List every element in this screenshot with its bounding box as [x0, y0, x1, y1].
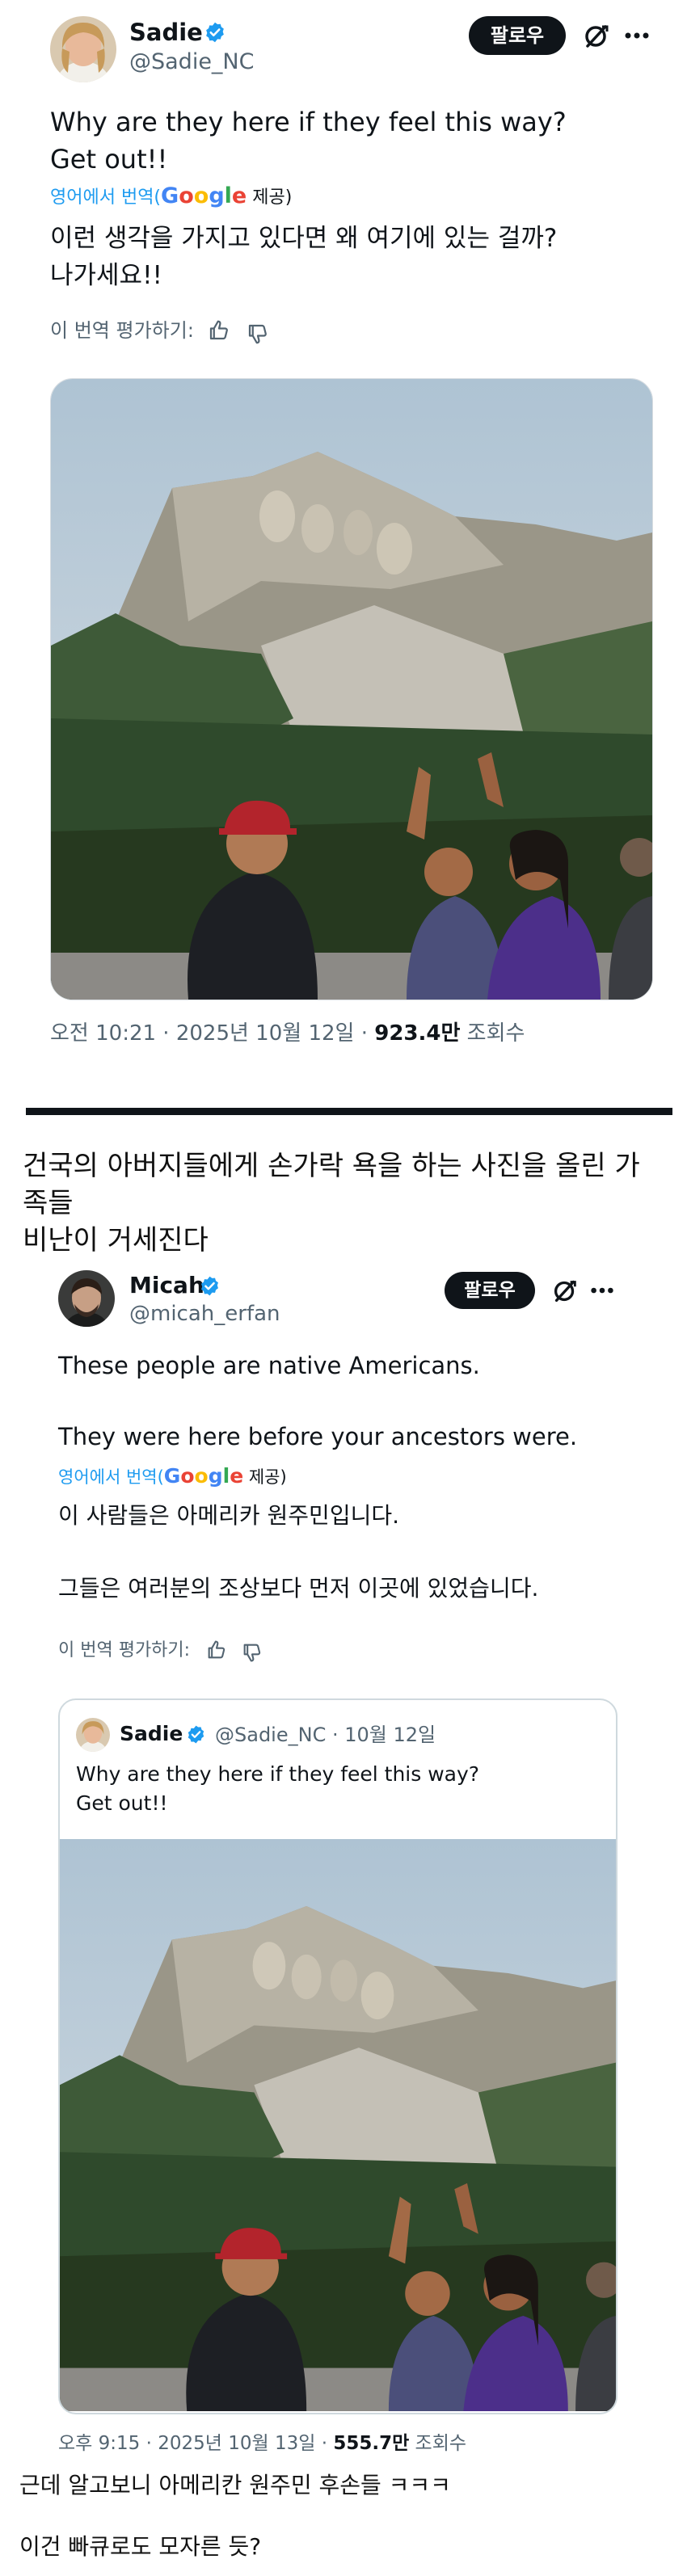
- tweet-text-line: Why are they here if they feel this way?: [50, 107, 567, 137]
- author-name[interactable]: Sadie: [129, 18, 203, 47]
- headline-line: 건국의 아버지들에게 손가락 욕을 하는 사진을 올린 가: [23, 1150, 640, 1182]
- quoted-author-name: Sadie: [120, 1722, 183, 1745]
- avatar: [76, 1718, 110, 1752]
- translated-from-label[interactable]: 영어에서 번역(Google 제공): [58, 1464, 287, 1489]
- translated-prefix: 영어에서 번역(: [50, 187, 162, 208]
- tweet-text-line: These people are native Americans.: [58, 1352, 480, 1379]
- time-date: 오전 10:21 · 2025년 10월 12일 ·: [50, 1021, 375, 1046]
- follow-button[interactable]: 팔로우: [445, 1272, 535, 1309]
- translation-text: 이 사람들은 아메리카 원주민입니다. 그들은 여러분의 조상보다 먼저 이곳에…: [58, 1500, 538, 1605]
- grok-icon[interactable]: [550, 1275, 580, 1306]
- view-count: 923.4만: [374, 1021, 461, 1046]
- tweet-timestamp: 오후 9:15 · 2025년 10월 13일 · 555.7만 조회수: [58, 2431, 466, 2456]
- section-divider: [26, 1108, 672, 1115]
- tweet-text: Why are they here if they feel this way?…: [50, 103, 567, 178]
- tweet-text-line: Get out!!: [50, 144, 168, 175]
- verified-badge-icon: [204, 21, 226, 44]
- comment-line: 근데 알고보니 아메리칸 원주민 후손들 ㅋㅋㅋ: [19, 2472, 451, 2498]
- translation-line: 이런 생각을 가지고 있다면 왜 여기에 있는 걸까?: [50, 224, 558, 253]
- views-label: 조회수: [409, 2433, 467, 2454]
- quoted-text-line: Get out!!: [76, 1791, 168, 1815]
- thumbs-down-icon[interactable]: [241, 1641, 263, 1664]
- quoted-meta: @Sadie_NC · 10월 12일: [215, 1724, 436, 1746]
- verified-badge-icon: [199, 1275, 221, 1297]
- more-icon[interactable]: [621, 21, 653, 50]
- author-handle[interactable]: @micah_erfan: [129, 1301, 280, 1327]
- translation-line: 그들은 여러분의 조상보다 먼저 이곳에 있었습니다.: [58, 1575, 539, 1602]
- translated-from-label[interactable]: 영어에서 번역(Google 제공): [50, 184, 292, 210]
- time-date: 오후 9:15 · 2025년 10월 13일 ·: [58, 2433, 334, 2454]
- rate-label: 이 번역 평가하기:: [50, 319, 194, 342]
- rate-translation: 이 번역 평가하기:: [50, 318, 194, 343]
- translation-line: 나가세요!!: [50, 261, 162, 290]
- grok-icon[interactable]: [580, 19, 613, 52]
- tweet-text-line: They were here before your ancestors wer…: [58, 1423, 578, 1450]
- avatar[interactable]: [50, 16, 116, 82]
- quoted-text: Why are they here if they feel this way?…: [76, 1760, 479, 1818]
- headline-line: 족들: [23, 1187, 74, 1219]
- tweet-timestamp: 오전 10:21 · 2025년 10월 12일 · 923.4만 조회수: [50, 1020, 525, 1047]
- rate-translation: 이 번역 평가하기:: [58, 1639, 190, 1663]
- avatar[interactable]: [58, 1270, 115, 1327]
- translated-prefix: 영어에서 번역(: [58, 1467, 164, 1487]
- follow-button[interactable]: 팔로우: [469, 16, 566, 55]
- views-label: 조회수: [460, 1021, 525, 1046]
- author-handle[interactable]: @Sadie_NC: [129, 48, 255, 76]
- rate-label: 이 번역 평가하기:: [58, 1640, 191, 1661]
- translation-line: 이 사람들은 아메리카 원주민입니다.: [58, 1502, 400, 1529]
- tweet-photo[interactable]: [50, 378, 653, 1000]
- tweet-text: These people are native Americans. They …: [58, 1349, 577, 1453]
- thumbs-up-icon[interactable]: [207, 318, 231, 343]
- more-icon[interactable]: [587, 1277, 617, 1304]
- thumbs-down-icon[interactable]: [246, 322, 270, 346]
- translation-text: 이런 생각을 가지고 있다면 왜 여기에 있는 걸까? 나가세요!!: [50, 220, 557, 294]
- quoted-tweet[interactable]: Sadie @Sadie_NC · 10월 12일 Why are they h…: [58, 1698, 617, 2414]
- translated-suffix: 제공): [247, 187, 293, 208]
- quoted-photo: [60, 1839, 616, 2411]
- verified-badge-icon: [186, 1724, 206, 1745]
- google-logo: Google: [161, 183, 247, 208]
- headline-line: 비난이 거세진다: [23, 1224, 209, 1256]
- quoted-text-line: Why are they here if they feel this way?: [76, 1762, 480, 1786]
- comment-line: 이건 빠큐로도 모자른 듯?: [19, 2533, 262, 2560]
- thumbs-up-icon[interactable]: [205, 1639, 228, 1661]
- translated-suffix: 제공): [243, 1467, 287, 1487]
- headline: 건국의 아버지들에게 손가락 욕을 하는 사진을 올린 가 족들 비난이 거세진…: [23, 1147, 640, 1259]
- google-logo: Google: [163, 1464, 244, 1488]
- author-name[interactable]: Micah: [129, 1272, 204, 1299]
- view-count: 555.7만: [333, 2433, 410, 2454]
